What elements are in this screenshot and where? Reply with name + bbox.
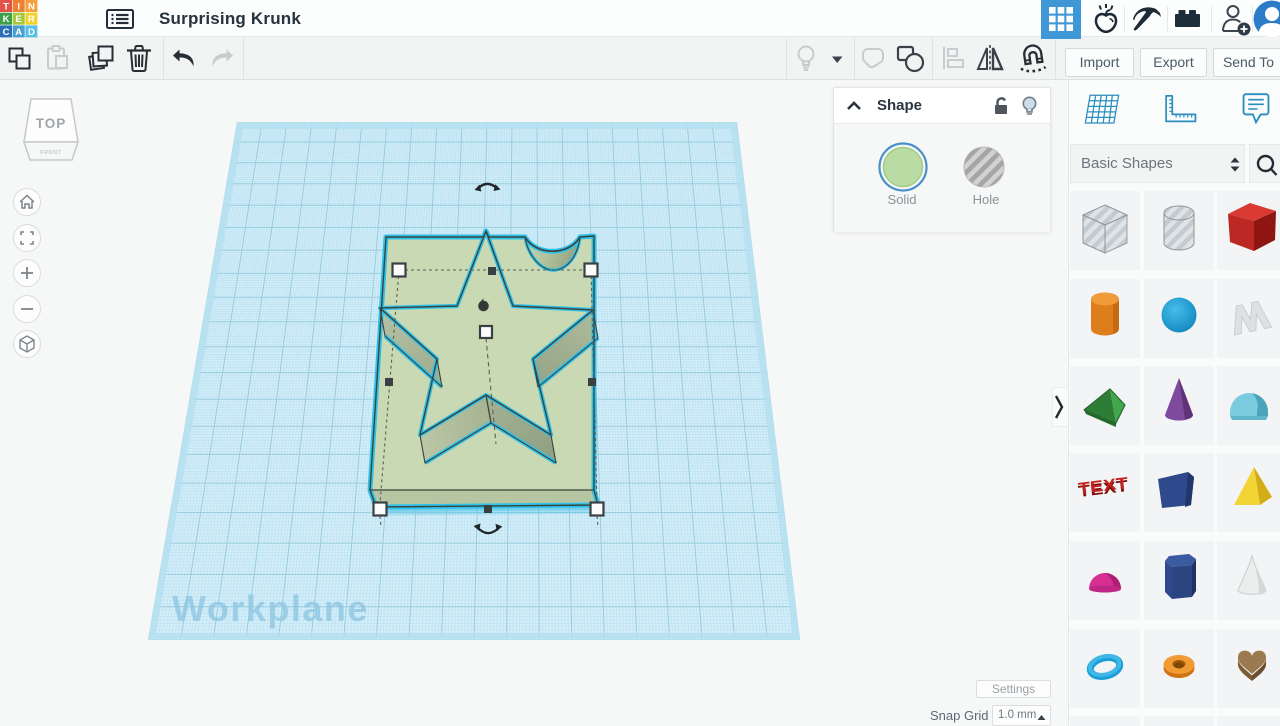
svg-text:T: T	[3, 2, 9, 13]
svg-text:Workplane: Workplane	[172, 588, 369, 629]
svg-text:D: D	[28, 27, 35, 38]
svg-text:E: E	[16, 14, 22, 25]
svg-text:I: I	[17, 2, 20, 13]
svg-text:R: R	[28, 14, 35, 25]
svg-text:TOP: TOP	[36, 116, 67, 131]
svg-text:N: N	[28, 2, 35, 13]
svg-text:FRONT: FRONT	[40, 150, 61, 156]
svg-text:K: K	[3, 14, 10, 25]
svg-text:A: A	[15, 27, 22, 38]
svg-text:C: C	[3, 27, 10, 38]
